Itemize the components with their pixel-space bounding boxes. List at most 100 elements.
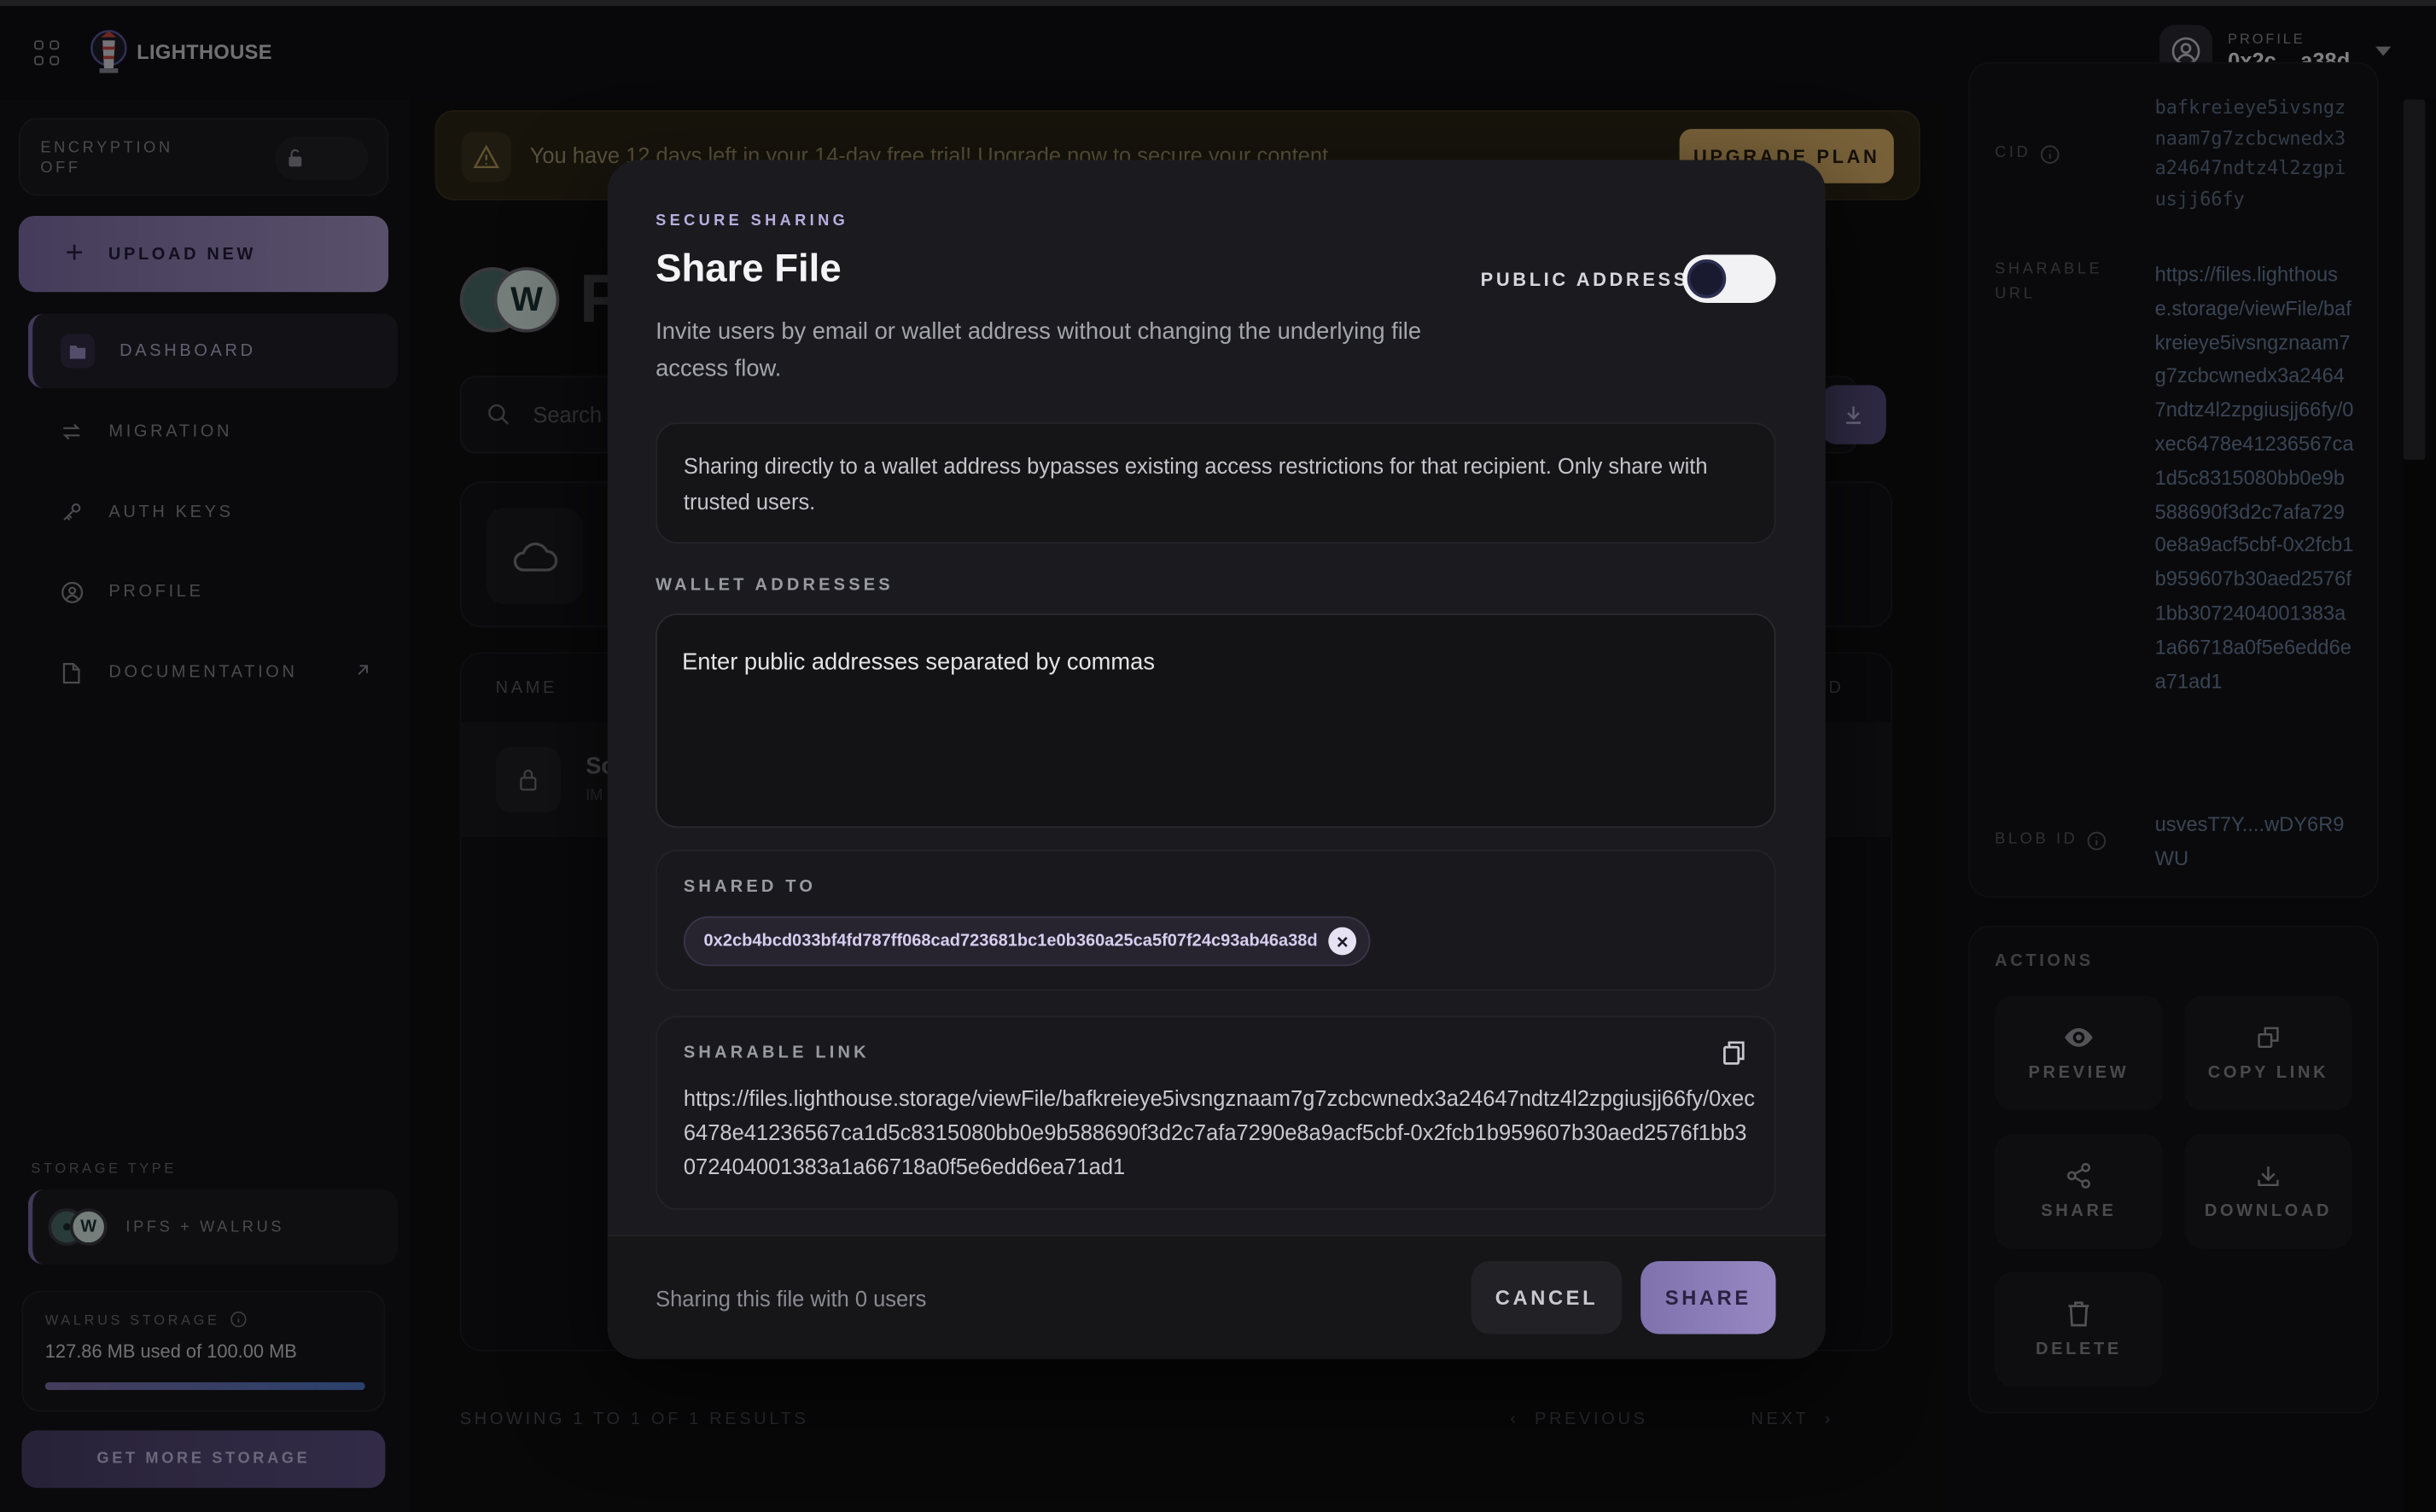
sidebar-item-label: MIGRATION	[108, 422, 233, 441]
encryption-toggle-card: ENCRYPTION OFF	[18, 118, 389, 196]
shared-address-chip: 0x2cb4bcd033bf4fd787ff068cad723681bc1e0b…	[683, 916, 1371, 967]
public-address-label: PUBLIC ADDRESS	[1480, 268, 1689, 291]
copy-link-label: COPY LINK	[2207, 1063, 2329, 1083]
info-icon	[230, 1311, 246, 1328]
dialog-title: Share File	[656, 247, 842, 291]
external-link-icon	[353, 661, 370, 683]
share-action-button[interactable]: SHARE	[1995, 1133, 2163, 1249]
user-circle-icon	[59, 579, 84, 604]
search-icon	[488, 404, 510, 425]
eye-icon	[2065, 1024, 2093, 1052]
key-icon	[59, 500, 84, 525]
ipfs-walrus-icon: ● W	[48, 1207, 113, 1247]
cancel-button[interactable]: CANCEL	[1471, 1261, 1623, 1335]
delete-label: DELETE	[2036, 1340, 2122, 1359]
sidebar-item-profile[interactable]: PROFILE	[28, 555, 398, 629]
walrus-usage-bar	[44, 1381, 365, 1391]
encryption-label: ENCRYPTION OFF	[40, 139, 173, 177]
share-button[interactable]: SHARE	[1641, 1261, 1776, 1335]
lock-icon	[495, 747, 562, 812]
storage-logo: W	[459, 267, 562, 335]
actions-card: ACTIONS PREVIEW COPY LINK SHARE DOWNLOAD…	[1968, 925, 2379, 1414]
document-icon	[59, 660, 84, 685]
lighthouse-logo	[90, 30, 127, 73]
sidebar: ENCRYPTION OFF + UPLOAD NEW DASHBOARD MI…	[0, 99, 411, 1512]
brand-name: LIGHTHOUSE	[137, 40, 272, 64]
get-more-storage-button[interactable]: GET MORE STORAGE	[21, 1430, 386, 1488]
preview-button[interactable]: PREVIEW	[1995, 995, 2163, 1111]
info-icon	[2088, 830, 2107, 850]
sharable-link-section: SHARABLE LINK https://files.lighthouse.s…	[656, 1015, 1776, 1210]
copy-icon	[2256, 1024, 2281, 1052]
search-placeholder: Search	[533, 402, 603, 427]
sidebar-item-documentation[interactable]: DOCUMENTATION	[28, 635, 398, 709]
blob-id-value[interactable]: usvesT7Y....wDY6R9WU	[2155, 808, 2360, 875]
column-header-right: D	[1828, 678, 1844, 698]
shared-to-section: SHARED TO 0x2cb4bcd033bf4fd787ff068cad72…	[656, 849, 1776, 992]
copy-link-button[interactable]: COPY LINK	[2184, 995, 2352, 1111]
next-page-button[interactable]: NEXT ›	[1751, 1410, 1833, 1429]
walrus-storage-card: WALRUS STORAGE 127.86 MB used of 100.00 …	[21, 1290, 386, 1412]
sidebar-item-label: PROFILE	[108, 582, 204, 602]
sharable-link-label: SHARABLE LINK	[683, 1044, 870, 1063]
scrollbar-thumb[interactable]	[2403, 99, 2426, 460]
apps-grid-icon[interactable]	[25, 31, 68, 74]
next-label: NEXT	[1751, 1410, 1810, 1429]
file-details-card: CID bafkreieye5ivsngznaam7g7zcbcwnedx3a2…	[1968, 61, 2379, 898]
previous-page-button[interactable]: ‹ PREVIOUS	[1510, 1410, 1647, 1429]
sharable-url-value[interactable]: https://files.lighthouse.storage/viewFil…	[2155, 258, 2354, 698]
actions-title: ACTIONS	[1995, 951, 2094, 971]
blob-id-label: BLOB ID	[1995, 828, 2107, 852]
preview-label: PREVIEW	[2028, 1063, 2130, 1083]
remove-address-icon[interactable]: ×	[1328, 927, 1357, 956]
sidebar-item-dashboard[interactable]: DASHBOARD	[27, 313, 398, 389]
sharable-url-label: SHARABLE URL	[1995, 260, 2103, 303]
dialog-footer: Sharing this file with 0 users CANCEL SH…	[607, 1235, 1826, 1359]
window-top-strip	[0, 0, 2436, 7]
download-icon	[2256, 1162, 2281, 1190]
dialog-eyebrow: SECURE SHARING	[656, 212, 849, 230]
profile-label: PROFILE	[2228, 30, 2305, 46]
public-address-toggle[interactable]	[1682, 254, 1776, 303]
walrus-storage-label: WALRUS STORAGE	[44, 1311, 220, 1328]
warning-icon	[461, 131, 511, 182]
previous-label: PREVIOUS	[1534, 1410, 1648, 1429]
dialog-description: Invite users by email or wallet address …	[656, 318, 1422, 381]
cid-value[interactable]: bafkreieye5ivsngznaam7g7zcbcwnedx3a24647…	[2155, 93, 2354, 214]
unlock-icon	[288, 148, 302, 167]
info-icon	[2041, 144, 2060, 164]
sharable-link-value[interactable]: https://files.lighthouse.storage/viewFil…	[684, 1083, 1756, 1184]
wallet-warning-notice: Sharing directly to a wallet address byp…	[656, 422, 1776, 544]
chevron-down-icon	[2375, 46, 2391, 56]
copy-icon[interactable]	[1720, 1039, 1748, 1067]
download-all-button[interactable]	[1821, 385, 1886, 445]
sidebar-item-auth-keys[interactable]: AUTH KEYS	[28, 475, 398, 550]
shared-to-label: SHARED TO	[683, 877, 817, 897]
walrus-usage-fill	[44, 1381, 365, 1391]
encryption-toggle[interactable]	[275, 137, 369, 181]
share-file-dialog: SECURE SHARING Share File Invite users b…	[607, 160, 1826, 1359]
toggle-knob	[1687, 259, 1727, 299]
share-icon	[2065, 1162, 2093, 1190]
sidebar-item-migration[interactable]: MIGRATION	[28, 394, 398, 468]
storage-type-label: STORAGE TYPE	[31, 1160, 177, 1176]
storage-type-value: IPFS + WALRUS	[125, 1218, 285, 1236]
shared-address: 0x2cb4bcd033bf4fd787ff068cad723681bc1e0b…	[703, 932, 1318, 951]
wallet-addresses-label: WALLET ADDRESSES	[656, 576, 894, 596]
cloud-icon	[486, 508, 583, 605]
sidebar-item-label: DOCUMENTATION	[108, 663, 298, 683]
delete-button[interactable]: DELETE	[1995, 1271, 2163, 1387]
storage-type-selector[interactable]: ● W IPFS + WALRUS	[27, 1189, 398, 1265]
page-scrollbar[interactable]	[2403, 99, 2436, 1512]
upload-new-label: UPLOAD NEW	[108, 244, 257, 264]
plus-icon: +	[65, 236, 84, 270]
wallet-addresses-input[interactable]: Enter public addresses separated by comm…	[656, 613, 1776, 829]
download-icon	[1846, 406, 1861, 424]
sidebar-item-label: AUTH KEYS	[108, 503, 234, 522]
download-button[interactable]: DOWNLOAD	[2184, 1133, 2352, 1249]
results-summary: SHOWING 1 TO 1 OF 1 RESULTS	[459, 1410, 809, 1429]
folder-icon	[60, 334, 96, 369]
sidebar-item-label: DASHBOARD	[119, 341, 256, 361]
walrus-usage-text: 127.86 MB used of 100.00 MB	[44, 1340, 297, 1363]
upload-new-button[interactable]: + UPLOAD NEW	[18, 216, 389, 293]
